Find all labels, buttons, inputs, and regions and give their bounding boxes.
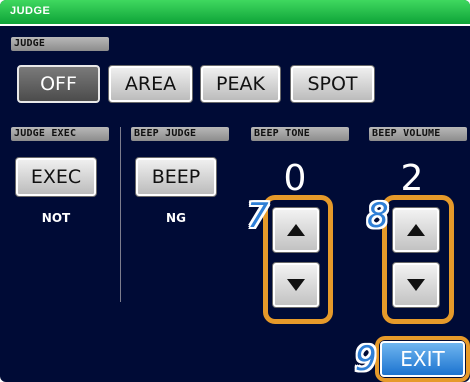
judge-spot-button[interactable]: SPOT: [290, 65, 375, 103]
beep-judge-label: BEEP JUDGE: [131, 127, 229, 141]
triangle-up-icon: [287, 224, 305, 236]
beep-volume-up-button[interactable]: [392, 207, 440, 253]
beep-button[interactable]: BEEP: [135, 157, 217, 197]
window-title: JUDGE: [10, 5, 51, 17]
exit-button[interactable]: EXIT: [380, 341, 465, 377]
judge-off-button[interactable]: OFF: [17, 65, 100, 103]
beep-tone-down-button[interactable]: [272, 262, 320, 308]
callout-number-9: 9: [355, 339, 377, 379]
callout-number-8: 8: [367, 196, 389, 236]
beep-tone-label: BEEP TONE: [251, 127, 349, 141]
judge-section-label: JUDGE: [11, 37, 109, 51]
judge-exec-status: NOT: [41, 211, 71, 225]
judge-screen: JUDGE JUDGE OFF AREA PEAK SPOT JUDGE EXE…: [0, 0, 470, 382]
beep-tone-up-button[interactable]: [272, 207, 320, 253]
title-bar: JUDGE: [0, 0, 470, 26]
beep-volume-label: BEEP VOLUME: [369, 127, 467, 141]
beep-judge-status: NG: [166, 211, 186, 225]
judge-exec-label: JUDGE EXEC: [11, 127, 109, 141]
exec-button[interactable]: EXEC: [15, 157, 97, 197]
triangle-down-icon: [407, 279, 425, 291]
beep-tone-value: 0: [283, 158, 307, 199]
triangle-up-icon: [407, 224, 425, 236]
beep-volume-down-button[interactable]: [392, 262, 440, 308]
judge-peak-button[interactable]: PEAK: [200, 65, 281, 103]
column-divider: [120, 127, 121, 302]
beep-volume-value: 2: [400, 158, 424, 199]
callout-number-7: 7: [247, 196, 269, 236]
judge-area-button[interactable]: AREA: [108, 65, 193, 103]
triangle-down-icon: [287, 279, 305, 291]
